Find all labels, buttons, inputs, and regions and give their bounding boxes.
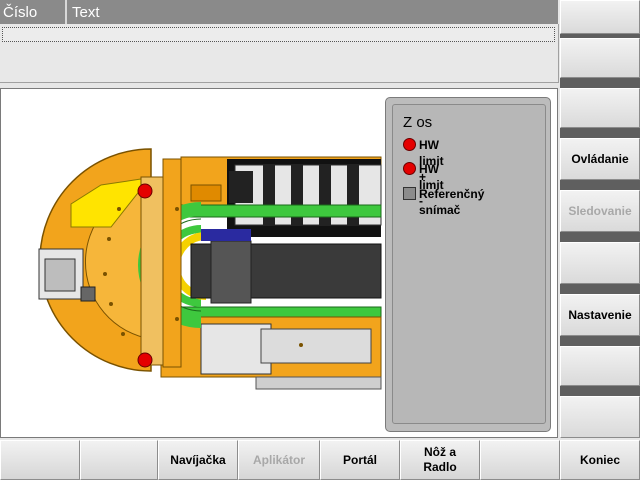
nastavenie-button[interactable]: Nastavenie bbox=[560, 294, 640, 336]
right-softkey-8[interactable] bbox=[560, 346, 640, 386]
softkey-separator bbox=[560, 180, 640, 190]
bottom-softkey-2[interactable] bbox=[80, 440, 158, 480]
right-softkey-1[interactable] bbox=[560, 0, 640, 34]
z-axis-title: Z os bbox=[403, 114, 433, 131]
right-softkey-6[interactable] bbox=[560, 242, 640, 284]
ovladanie-button[interactable]: Ovládanie bbox=[560, 138, 640, 180]
softkey-separator bbox=[560, 78, 640, 88]
sledovanie-button[interactable]: Sledovanie bbox=[560, 190, 640, 232]
z-axis-panel: Z os HW limit + HW limit - Referenčný sn… bbox=[385, 97, 551, 432]
koniec-button[interactable]: Koniec bbox=[560, 440, 640, 480]
column-header-text[interactable]: Text bbox=[69, 0, 558, 24]
message-list[interactable] bbox=[0, 24, 559, 83]
message-list-header: Číslo Text bbox=[0, 0, 558, 24]
z-axis-panel-inner: Z os HW limit + HW limit - Referenčný sn… bbox=[392, 104, 546, 424]
bottom-softkey-1[interactable] bbox=[0, 440, 80, 480]
navijacka-button[interactable]: Navíjačka bbox=[158, 440, 238, 480]
softkey-separator bbox=[560, 232, 640, 242]
gray-square-icon bbox=[403, 187, 416, 200]
softkey-separator bbox=[560, 284, 640, 294]
right-softkey-2[interactable] bbox=[560, 38, 640, 78]
right-softkey-9[interactable] bbox=[560, 396, 640, 438]
aplikator-button[interactable]: Aplikátor bbox=[238, 440, 320, 480]
reference-sensor-label: Referenčný snímač bbox=[419, 187, 485, 217]
softkey-separator bbox=[560, 386, 640, 396]
right-softkey-3[interactable] bbox=[560, 88, 640, 128]
column-header-number[interactable]: Číslo bbox=[0, 0, 67, 24]
message-row-selected[interactable] bbox=[2, 27, 555, 42]
red-led-icon bbox=[403, 162, 416, 175]
portal-button[interactable]: Portál bbox=[320, 440, 400, 480]
bottom-softkey-7[interactable] bbox=[480, 440, 560, 480]
red-led-icon bbox=[403, 138, 416, 151]
softkey-separator bbox=[560, 128, 640, 138]
softkey-separator bbox=[560, 336, 640, 346]
noz-a-radlo-button[interactable]: Nôž a Radlo bbox=[400, 440, 480, 480]
